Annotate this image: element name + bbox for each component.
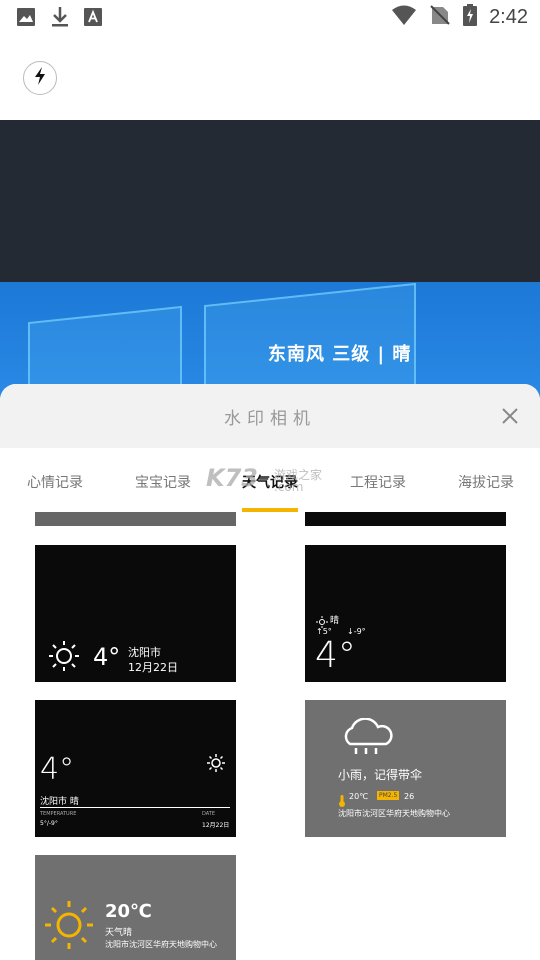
status-time: 2:42 [489, 5, 528, 28]
tab-altitude[interactable]: 海拔记录 [458, 472, 514, 492]
template-card-1[interactable]: 4° 沈阳市 12月22日 [35, 545, 236, 682]
camera-preview [0, 120, 540, 284]
sheet-title: 水印相机 [224, 409, 316, 429]
close-icon [502, 408, 518, 424]
condition: 天气晴 [105, 928, 133, 938]
no-signal-icon [429, 4, 451, 30]
image-icon [16, 7, 36, 31]
active-tab-indicator [242, 508, 298, 512]
location: 沈阳市沈河区华府天地购物中心 [338, 809, 450, 818]
city: 沈阳市 [128, 646, 161, 659]
template-card-3[interactable]: 4° 沈阳市 晴 TEMPERATURE 5°/-9° DATE 12月22日 [35, 700, 236, 837]
temperature: 20℃ [105, 901, 152, 922]
date: 12月22日 [202, 822, 230, 829]
flash-button[interactable] [23, 61, 57, 95]
watermark-logo: K73 游戏之家 .com [206, 464, 323, 494]
tab-mood[interactable]: 心情记录 [27, 472, 83, 492]
temperature: 20℃ [349, 792, 369, 801]
temp-range: 5°/-9° [40, 820, 58, 827]
wifi-icon [391, 4, 417, 30]
temperature: 4° [315, 635, 356, 676]
city-condition: 沈阳市 晴 [40, 797, 79, 807]
download-icon [50, 6, 70, 32]
template-card-5[interactable]: 20℃ 天气晴 沈阳市沈河区华府天地购物中心 [35, 855, 236, 960]
template-card-2[interactable]: 晴 ↑5° ↓-9° 4° [305, 545, 506, 682]
sun-icon [43, 899, 95, 955]
weather-message: 小雨，记得带伞 [338, 768, 423, 782]
condition: 晴 [330, 616, 340, 626]
pm25-value: 26 [404, 792, 415, 801]
template-card-4[interactable]: 小雨，记得带伞 20℃ PM2.5 26 沈阳市沈河区华府天地购物中心 [305, 700, 506, 837]
tab-baby[interactable]: 宝宝记录 [135, 472, 191, 492]
sun-icon [207, 754, 225, 776]
sheet-header: 水印相机 [0, 384, 540, 448]
status-bar: 2:42 [0, 0, 540, 36]
preview-weather-line: 东南风 三级 | 晴 [268, 344, 412, 365]
watermark-sheet: 水印相机 心情记录 宝宝记录 天气记录 工程记录 海拔记录 K73 游戏之家 .… [0, 384, 540, 960]
flash-icon [33, 66, 47, 90]
close-button[interactable] [498, 404, 522, 428]
font-icon [84, 8, 102, 30]
template-card-partial-right[interactable] [305, 512, 506, 526]
sun-icon [48, 640, 80, 676]
temperature: 4° [40, 752, 75, 787]
location: 沈阳市沈河区华府天地购物中心 [105, 940, 217, 949]
rain-cloud-icon [338, 717, 396, 762]
date-label: DATE [202, 811, 216, 817]
divider [40, 807, 230, 808]
date: 12月22日 [128, 661, 178, 674]
tab-engineering[interactable]: 工程记录 [350, 472, 406, 492]
temperature: 4° [93, 643, 121, 671]
battery-charging-icon [463, 4, 478, 30]
temp-label: TEMPERATURE [40, 811, 77, 817]
pm25-badge: PM2.5 [377, 791, 400, 800]
template-card-partial-left[interactable] [35, 512, 236, 526]
